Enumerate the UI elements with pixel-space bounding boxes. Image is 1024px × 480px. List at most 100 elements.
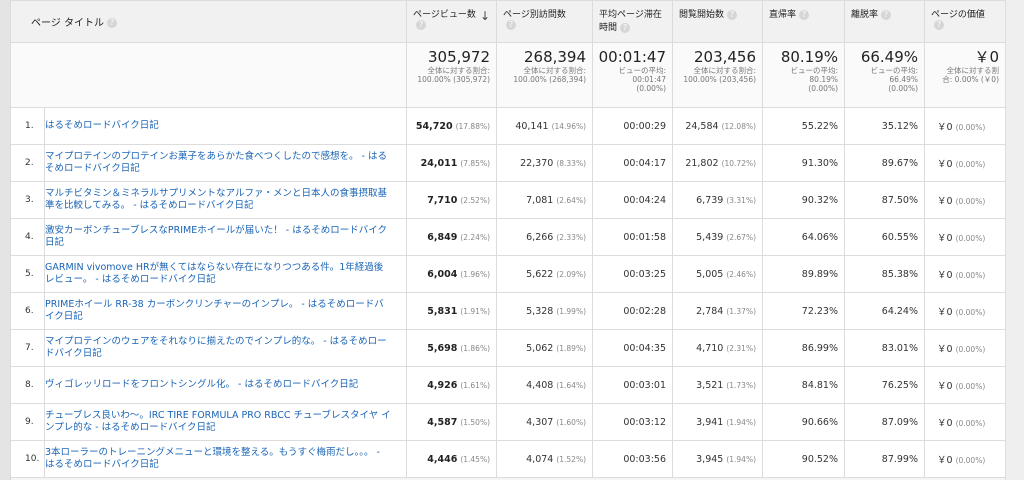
table-row: 8. ヴィゴレッリロードをフロントシングル化。 - はるそめロードバイク日記 4,9…	[10, 366, 1007, 404]
page-title-link[interactable]: 3本ローラーのトレーニングメニューと環境を整える。もうすぐ梅雨だし。。。 - は…	[45, 447, 400, 471]
unique-pageviews-cell: 5,622 (2.09%)	[496, 255, 594, 293]
page-title-cell: マイプロテインのプロテインお菓子をあらかた食べつくしたので感想を。 - はるそめ…	[43, 144, 408, 182]
col-header-entrances[interactable]: 閲覧開始数?	[672, 0, 764, 43]
avg-time-cell: 00:02:28	[592, 292, 674, 330]
sort-desc-icon[interactable]: ↓	[480, 9, 490, 23]
page-value-pct: (0.00%)	[955, 308, 986, 317]
table-row: 4. 激安カーボンチューブレスなPRIMEホイールが届いた！ - はるそめロードバ…	[10, 218, 1007, 256]
unique-pageviews-pct: (1.89%)	[556, 343, 587, 353]
entrances-pct: (2.31%)	[726, 343, 757, 353]
help-icon[interactable]: ?	[934, 20, 945, 30]
total-bounce-rate-sub2: 80.19%	[809, 75, 839, 84]
entrances-value: 6,739	[696, 194, 724, 206]
unique-pageviews-value: 5,328	[526, 305, 554, 317]
page-title-link[interactable]: チューブレス良いわ〜。IRC TIRE FORMULA PRO RBCC チュー…	[45, 410, 400, 434]
total-pageviews-value: 305,972	[427, 48, 491, 66]
entrances-pct: (3.31%)	[726, 195, 757, 205]
exit-rate-cell: 87.09%	[844, 403, 926, 441]
table-row: 2. マイプロテインのプロテインお菓子をあらかた食べつくしたので感想を。 - はる…	[10, 144, 1007, 182]
col-header-page-title-label: ページ タイトル	[31, 18, 104, 29]
total-pageviews: 305,972 全体に対する割合: 100.00% (305,972)	[406, 42, 498, 108]
exit-rate-cell: 76.25%	[844, 366, 926, 404]
exit-rate-cell: 35.12%	[844, 107, 926, 145]
avg-time-cell: 00:04:35	[592, 329, 674, 367]
page-value-value: ￥0	[937, 307, 953, 318]
help-icon[interactable]: ?	[416, 20, 427, 30]
total-page-value: ￥0 全体に対する割 合: 0.00% (￥0)	[924, 42, 1007, 108]
page-value-value: ￥0	[937, 270, 953, 281]
total-page-value-sub1: 全体に対する割	[946, 66, 1000, 75]
pageviews-value: 6,004	[427, 268, 458, 280]
table-row: 3. マルチビタミン＆ミネラルサプリメントなアルファ・メンと日本人の食事摂取基準を…	[10, 181, 1007, 219]
exit-rate-cell: 83.01%	[844, 329, 926, 367]
total-avg-time: 00:01:47 ビューの平均: 00:01:47 (0.00%)	[592, 42, 674, 108]
page-title-link[interactable]: ヴィゴレッリロードをフロントシングル化。 - はるそめロードバイク日記	[45, 379, 400, 391]
pageviews-pct: (1.91%)	[460, 306, 491, 316]
pageviews-pct: (1.45%)	[460, 454, 491, 464]
help-icon[interactable]: ?	[620, 22, 631, 33]
report-table: ページ タイトル? ↓ ページビュー数? ページ別訪問数? 平均ページ滞在 時間?…	[9, 0, 1007, 478]
total-bounce-rate: 80.19% ビューの平均: 80.19% (0.00%)	[762, 42, 846, 108]
exit-rate-cell: 87.99%	[844, 440, 926, 478]
entrances-pct: (2.46%)	[726, 269, 757, 279]
total-exit-rate-sub2: 66.49%	[889, 75, 919, 84]
pageviews-pct: (1.86%)	[460, 343, 491, 353]
row-number: 1.	[10, 107, 45, 145]
pageviews-value: 5,698	[427, 342, 458, 354]
pageviews-cell: 6,004 (1.96%)	[406, 255, 498, 293]
scrollbar-track[interactable]	[1005, 0, 1024, 480]
total-exit-rate-sub3: (0.00%)	[888, 84, 919, 93]
entrances-value: 3,941	[696, 416, 724, 428]
page-title-link[interactable]: PRIMEホイール RR-38 カーボンクリンチャーのインプレ。 - はるそめロ…	[45, 299, 400, 323]
col-header-pageviews[interactable]: ↓ ページビュー数?	[406, 0, 498, 43]
col-header-bounce-rate[interactable]: 直帰率?	[762, 0, 846, 43]
page-value-cell: ￥0 (0.00%)	[924, 366, 1007, 404]
pageviews-cell: 6,849 (2.24%)	[406, 218, 498, 256]
pageviews-value: 5,831	[427, 305, 458, 317]
col-header-exit-rate[interactable]: 離脱率?	[844, 0, 926, 43]
entrances-value: 3,945	[696, 453, 724, 465]
entrances-value: 24,584	[685, 120, 719, 132]
total-avg-time-sub1: ビューの平均:	[618, 66, 667, 75]
help-icon[interactable]: ?	[506, 20, 517, 30]
pageviews-pct: (17.88%)	[455, 121, 491, 131]
help-icon[interactable]: ?	[106, 18, 117, 28]
unique-pageviews-cell: 5,062 (1.89%)	[496, 329, 594, 367]
total-unique-pageviews-sub1: 全体に対する割合:	[523, 66, 587, 75]
unique-pageviews-cell: 22,370 (8.33%)	[496, 144, 594, 182]
page-title-link[interactable]: はるそめロードバイク日記	[45, 120, 400, 132]
pageviews-cell: 4,446 (1.45%)	[406, 440, 498, 478]
col-header-avg-time[interactable]: 平均ページ滞在 時間?	[592, 0, 674, 43]
help-icon[interactable]: ?	[881, 9, 892, 20]
page-title-link[interactable]: GARMIN vivomove HRが無くてはならない存在になりつつある件。1年…	[45, 262, 400, 286]
page-title-cell: チューブレス良いわ〜。IRC TIRE FORMULA PRO RBCC チュー…	[43, 403, 408, 441]
row-number: 8.	[10, 366, 45, 404]
page-title-link[interactable]: マルチビタミン＆ミネラルサプリメントなアルファ・メンと日本人の食事摂取基準を比較…	[45, 188, 400, 212]
table-row: 6. PRIMEホイール RR-38 カーボンクリンチャーのインプレ。 - はるそ…	[10, 292, 1007, 330]
page-value-cell: ￥0 (0.00%)	[924, 403, 1007, 441]
unique-pageviews-value: 40,141	[515, 120, 549, 132]
col-header-page-value[interactable]: ページの価値?	[924, 0, 1007, 43]
col-header-avg-time-label: 平均ページ滞在	[599, 10, 662, 20]
entrances-cell: 24,584 (12.08%)	[672, 107, 764, 145]
col-header-page-title[interactable]: ページ タイトル?	[9, 0, 408, 43]
entrances-cell: 3,521 (1.73%)	[672, 366, 764, 404]
avg-time-cell: 00:04:17	[592, 144, 674, 182]
col-header-page-value-label: ページの価値	[931, 10, 985, 20]
page-title-link[interactable]: 激安カーボンチューブレスなPRIMEホイールが届いた！ - はるそめロードバイク…	[45, 225, 400, 249]
total-unique-pageviews: 268,394 全体に対する割合: 100.00% (268,394)	[496, 42, 594, 108]
pageviews-cell: 54,720 (17.88%)	[406, 107, 498, 145]
help-icon[interactable]: ?	[799, 9, 810, 20]
unique-pageviews-value: 5,062	[526, 342, 554, 354]
help-icon[interactable]: ?	[727, 9, 738, 20]
page-value-value: ￥0	[937, 381, 953, 392]
pageviews-value: 4,446	[427, 453, 458, 465]
page-title-link[interactable]: マイプロテインのプロテインお菓子をあらかた食べつくしたので感想を。 - はるそめ…	[45, 151, 400, 175]
page-title-link[interactable]: マイプロテインのウェアをそれなりに揃えたのでインプレ的な。 - はるそめロードバ…	[45, 336, 400, 360]
col-header-unique-pageviews[interactable]: ページ別訪問数?	[496, 0, 594, 43]
page-value-value: ￥0	[937, 196, 953, 207]
total-page-value-sub2: 合: 0.00% (￥0)	[942, 75, 1000, 84]
page-value-value: ￥0	[937, 159, 953, 170]
pageviews-cell: 4,926 (1.61%)	[406, 366, 498, 404]
row-number: 2.	[10, 144, 45, 182]
